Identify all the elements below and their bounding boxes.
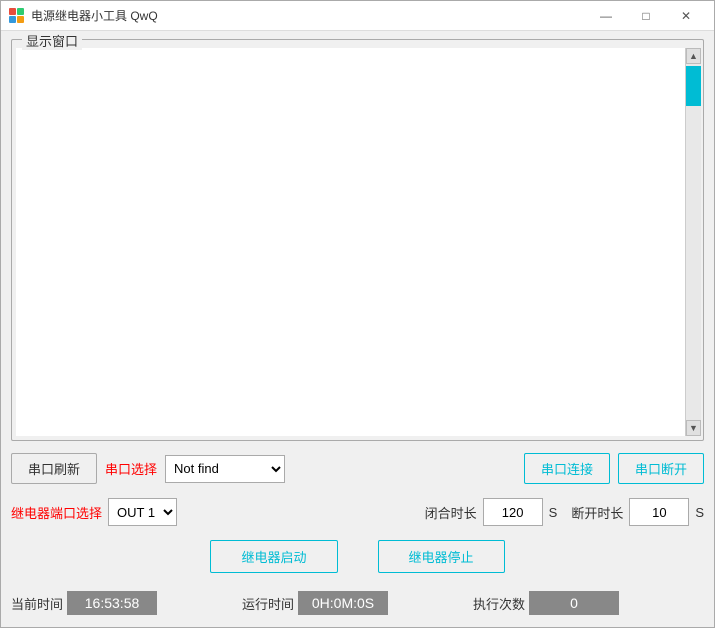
port-select[interactable]: Not find xyxy=(165,455,285,483)
relay-action-row: 继电器启动 继电器停止 xyxy=(11,536,704,577)
display-group-legend: 显示窗口 xyxy=(22,31,82,50)
exec-count-item: 执行次数 0 xyxy=(473,591,704,615)
close-time-unit: S xyxy=(549,505,558,520)
exec-count-value: 0 xyxy=(529,591,619,615)
status-row: 当前时间 16:53:58 运行时间 0H:0M:0S 执行次数 0 xyxy=(11,585,704,619)
open-time-input[interactable]: 10 xyxy=(629,498,689,526)
relay-start-button[interactable]: 继电器启动 xyxy=(210,540,337,573)
relay-port-select[interactable]: OUT 1 OUT 2 OUT 3 OUT 4 xyxy=(108,498,177,526)
scroll-up-arrow[interactable]: ▲ xyxy=(686,48,701,64)
current-time-item: 当前时间 16:53:58 xyxy=(11,591,242,615)
main-window: 电源继电器小工具 QwQ — □ ✕ 显示窗口 ▲ ▼ xyxy=(0,0,715,628)
run-time-label: 运行时间 xyxy=(242,594,294,613)
connect-button[interactable]: 串口连接 xyxy=(524,453,610,484)
port-controls-row: 串口刷新 串口选择 Not find 串口连接 串口断开 xyxy=(11,449,704,488)
open-time-unit: S xyxy=(695,505,704,520)
exec-count-label: 执行次数 xyxy=(473,594,525,613)
run-time-item: 运行时间 0H:0M:0S xyxy=(242,591,473,615)
port-select-label: 串口选择 xyxy=(105,459,157,478)
relay-port-label: 继电器端口选择 xyxy=(11,503,102,522)
close-button[interactable]: ✕ xyxy=(666,2,706,30)
display-area-wrapper: ▲ ▼ xyxy=(12,46,703,438)
title-bar: 电源继电器小工具 QwQ — □ ✕ xyxy=(1,1,714,31)
run-time-value: 0H:0M:0S xyxy=(298,591,388,615)
disconnect-button[interactable]: 串口断开 xyxy=(618,453,704,484)
scroll-thumb[interactable] xyxy=(686,66,701,106)
close-time-input[interactable]: 120 xyxy=(483,498,543,526)
current-time-label: 当前时间 xyxy=(11,594,63,613)
scroll-track[interactable] xyxy=(686,64,701,420)
display-group: 显示窗口 ▲ ▼ xyxy=(11,39,704,441)
current-time-value: 16:53:58 xyxy=(67,591,157,615)
main-content: 显示窗口 ▲ ▼ 串口刷新 串口选择 Not find 串口连接 串口 xyxy=(1,31,714,627)
display-textarea[interactable] xyxy=(16,48,685,436)
minimize-button[interactable]: — xyxy=(586,2,626,30)
relay-controls-row: 继电器端口选择 OUT 1 OUT 2 OUT 3 OUT 4 闭合时长 120… xyxy=(11,496,704,528)
app-icon xyxy=(9,8,25,24)
window-title: 电源继电器小工具 QwQ xyxy=(31,7,586,24)
close-time-label: 闭合时长 xyxy=(425,503,477,522)
maximize-button[interactable]: □ xyxy=(626,2,666,30)
scrollbar-vertical[interactable]: ▲ ▼ xyxy=(685,48,701,436)
refresh-button[interactable]: 串口刷新 xyxy=(11,453,97,484)
scroll-down-arrow[interactable]: ▼ xyxy=(686,420,701,436)
relay-stop-button[interactable]: 继电器停止 xyxy=(378,540,505,573)
window-controls: — □ ✕ xyxy=(586,2,706,30)
open-time-label: 断开时长 xyxy=(571,503,623,522)
